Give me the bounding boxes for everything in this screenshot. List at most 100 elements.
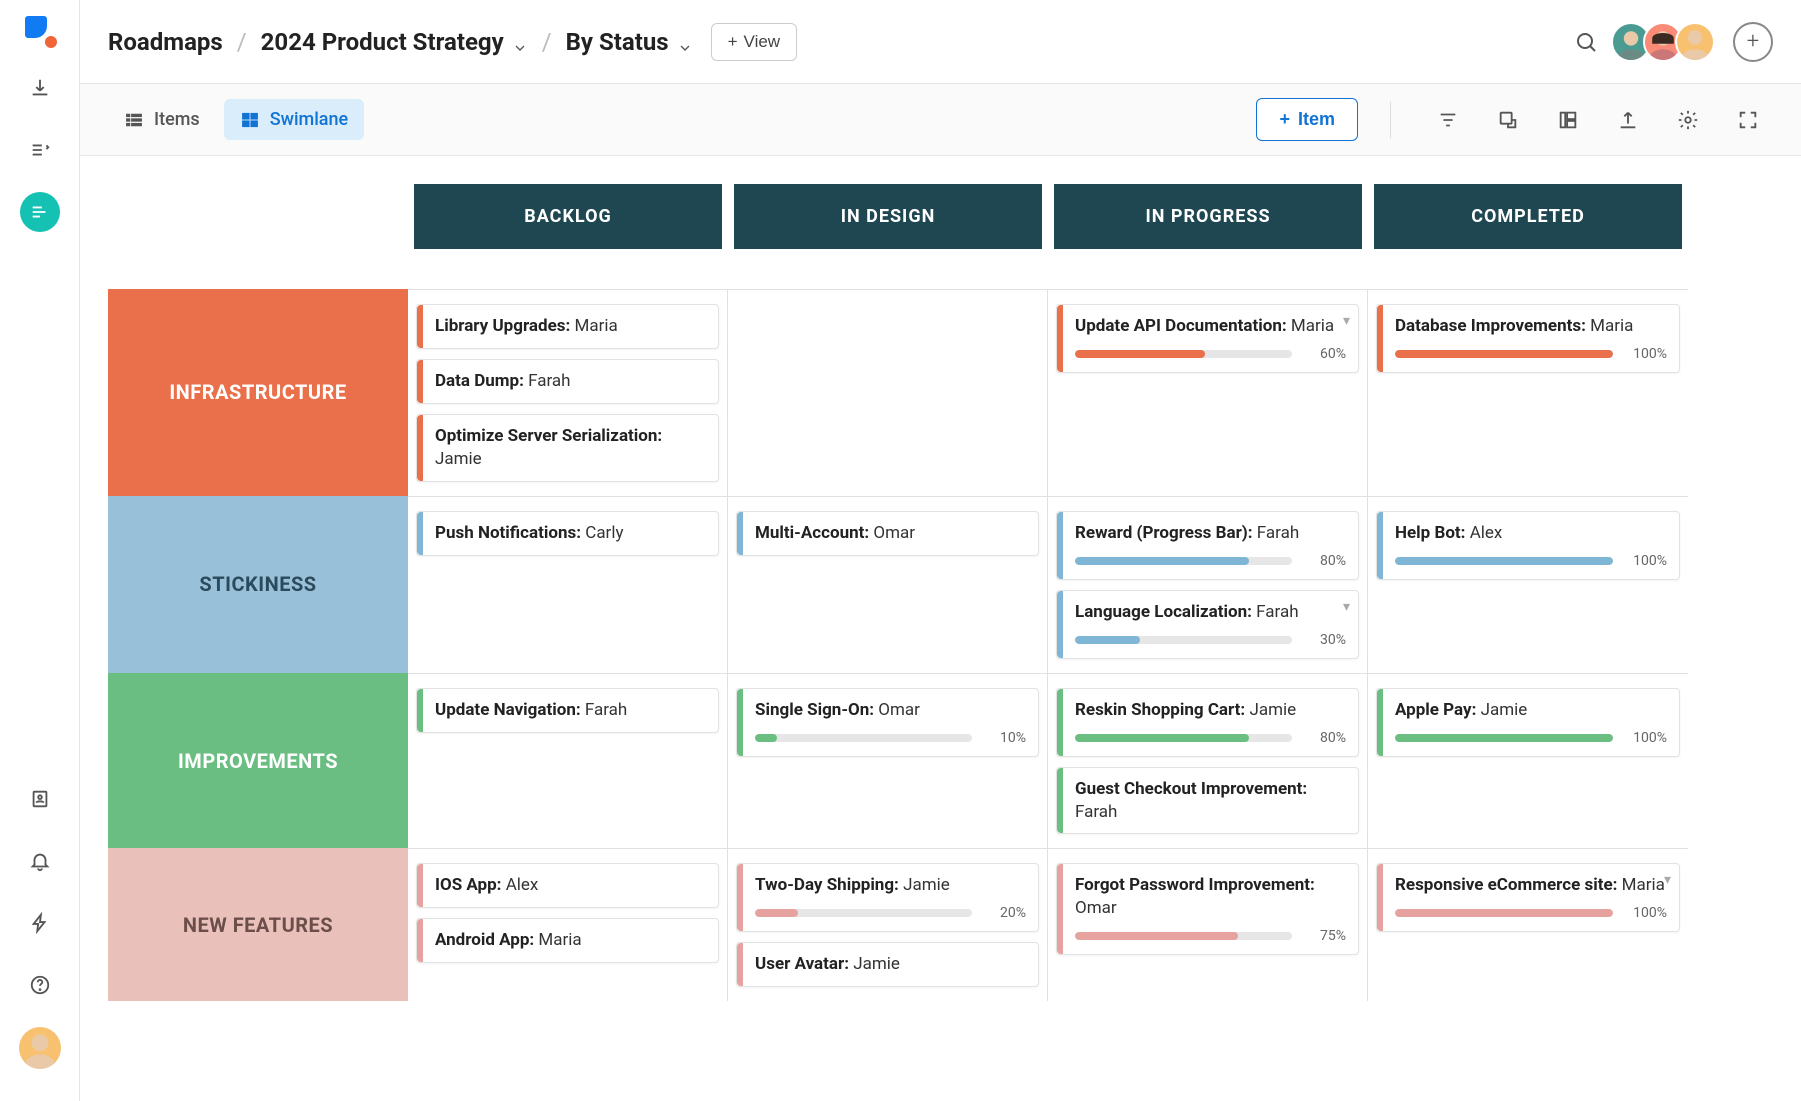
card[interactable]: Optimize Server Serialization: Jamie [416, 414, 719, 482]
swimlane-cell[interactable]: IOS App: Alex Android App: Maria [408, 848, 728, 1001]
card[interactable]: Help Bot: Alex100% [1376, 511, 1680, 580]
card[interactable]: Reskin Shopping Cart: Jamie80% [1056, 688, 1359, 757]
progress-percent: 100% [1623, 905, 1667, 921]
chevron-down-icon [677, 34, 693, 50]
progress-bar [1075, 636, 1292, 644]
card[interactable]: Language Localization: Farah▾30% [1056, 590, 1359, 659]
progress-bar [1075, 350, 1292, 358]
card-title: Two-Day Shipping: Jamie [749, 874, 1026, 897]
card[interactable]: Android App: Maria [416, 918, 719, 963]
lane-label-stickiness[interactable]: STICKINESS [108, 496, 408, 673]
card-title: Reward (Progress Bar): Farah [1069, 522, 1346, 545]
progress-row: 80% [1069, 730, 1346, 746]
card[interactable]: Apple Pay: Jamie100% [1376, 688, 1680, 757]
card-title: Responsive eCommerce site: Maria [1389, 874, 1667, 897]
card-title: Database Improvements: Maria [1389, 315, 1667, 338]
card[interactable]: Guest Checkout Improvement: Farah [1056, 767, 1359, 835]
card[interactable]: Update API Documentation: Maria▾ 60% [1056, 304, 1359, 373]
progress-percent: 60% [1302, 346, 1346, 362]
card[interactable]: Multi-Account: Omar [736, 511, 1039, 556]
view-swimlane-label: Swimlane [270, 109, 348, 130]
lane-label-infrastructure[interactable]: INFRASTRUCTURE [108, 289, 408, 496]
card[interactable]: Two-Day Shipping: Jamie20% [736, 863, 1039, 932]
card-menu-icon[interactable]: ▾ [1664, 872, 1671, 888]
user-avatar[interactable] [19, 1027, 61, 1069]
card-title: Apple Pay: Jamie [1389, 699, 1667, 722]
swimlane-cell[interactable]: Reskin Shopping Cart: Jamie80% Guest Chec… [1048, 673, 1368, 849]
add-item-button[interactable]: + Item [1256, 98, 1358, 141]
card[interactable]: User Avatar: Jamie [736, 942, 1039, 987]
card[interactable]: Responsive eCommerce site: Maria▾ 100% [1376, 863, 1680, 932]
list-icon[interactable] [20, 130, 60, 170]
card[interactable]: IOS App: Alex [416, 863, 719, 908]
search-icon[interactable] [1573, 29, 1599, 55]
toolbar: Items Swimlane + Item [80, 84, 1801, 156]
lane-label-newfeatures[interactable]: NEW FEATURES [108, 848, 408, 1001]
add-collaborator-button[interactable]: + [1733, 22, 1773, 62]
progress-row: 10% [749, 730, 1026, 746]
card[interactable]: Forgot Password Improvement: Omar75% [1056, 863, 1359, 955]
expand-icon[interactable] [1735, 107, 1761, 133]
card-title: Forgot Password Improvement: Omar [1069, 874, 1346, 920]
swimlane-cell[interactable]: Push Notifications: Carly [408, 496, 728, 673]
card-title: Android App: Maria [429, 929, 706, 952]
column-header: BACKLOG [414, 184, 722, 249]
card-title: Update API Documentation: Maria [1069, 315, 1346, 338]
card-title: Push Notifications: Carly [429, 522, 706, 545]
layout-icon[interactable] [1555, 107, 1581, 133]
breadcrumb-view-label: By Status [566, 28, 669, 56]
swimlane-cell[interactable] [728, 289, 1048, 496]
swimlane-cell[interactable]: Help Bot: Alex100% [1368, 496, 1688, 673]
card[interactable]: Database Improvements: Maria100% [1376, 304, 1680, 373]
link-icon[interactable] [1495, 107, 1521, 133]
card-menu-icon[interactable]: ▾ [1343, 599, 1350, 615]
app-logo[interactable] [25, 16, 55, 46]
swimlane-cell[interactable]: Update Navigation: Farah [408, 673, 728, 849]
gear-icon[interactable] [1675, 107, 1701, 133]
swimlane-cell[interactable]: Responsive eCommerce site: Maria▾ 100% [1368, 848, 1688, 1001]
card-title: Language Localization: Farah [1069, 601, 1346, 624]
breadcrumb-project[interactable]: 2024 Product Strategy [261, 28, 528, 56]
swimlane-cell[interactable]: Reward (Progress Bar): Farah80% Language … [1048, 496, 1368, 673]
filter-icon[interactable] [1435, 107, 1461, 133]
swimlane-cell[interactable]: Multi-Account: Omar [728, 496, 1048, 673]
swimlane-cell[interactable]: Update API Documentation: Maria▾ 60% [1048, 289, 1368, 496]
card[interactable]: Push Notifications: Carly [416, 511, 719, 556]
progress-bar [1395, 350, 1613, 358]
card[interactable]: Reward (Progress Bar): Farah80% [1056, 511, 1359, 580]
lane-label-improvements[interactable]: IMPROVEMENTS [108, 673, 408, 849]
card[interactable]: Data Dump: Farah [416, 359, 719, 404]
contacts-icon[interactable] [20, 779, 60, 819]
plus-icon: + [728, 32, 738, 52]
card[interactable]: Update Navigation: Farah [416, 688, 719, 733]
swimlane-cell[interactable]: Single Sign-On: Omar10% [728, 673, 1048, 849]
add-view-label: View [744, 32, 781, 52]
progress-percent: 10% [982, 730, 1026, 746]
swimlane-cell[interactable]: Forgot Password Improvement: Omar75% [1048, 848, 1368, 1001]
roadmap-icon[interactable] [20, 192, 60, 232]
card[interactable]: Single Sign-On: Omar10% [736, 688, 1039, 757]
progress-bar [1395, 557, 1613, 565]
card-menu-icon[interactable]: ▾ [1343, 313, 1350, 329]
avatar[interactable] [1675, 22, 1715, 62]
bell-icon[interactable] [20, 841, 60, 881]
card-title: User Avatar: Jamie [749, 953, 1026, 976]
bolt-icon[interactable] [20, 903, 60, 943]
download-icon[interactable] [20, 68, 60, 108]
add-view-button[interactable]: + View [711, 23, 797, 61]
swimlane-cell[interactable]: Two-Day Shipping: Jamie20% User Avatar: J… [728, 848, 1048, 1001]
card-title: Help Bot: Alex [1389, 522, 1667, 545]
view-items-button[interactable]: Items [108, 99, 216, 140]
card[interactable]: Library Upgrades: Maria [416, 304, 719, 349]
swimlane-cell[interactable]: Apple Pay: Jamie100% [1368, 673, 1688, 849]
view-swimlane-button[interactable]: Swimlane [224, 99, 364, 140]
swimlane-cell[interactable]: Database Improvements: Maria100% [1368, 289, 1688, 496]
progress-bar [1075, 557, 1292, 565]
breadcrumb-view[interactable]: By Status [566, 28, 693, 56]
card-title: Optimize Server Serialization: Jamie [429, 425, 706, 471]
export-icon[interactable] [1615, 107, 1641, 133]
swimlane-cell[interactable]: Library Upgrades: Maria Data Dump: Farah O… [408, 289, 728, 496]
breadcrumb-root[interactable]: Roadmaps [108, 28, 223, 56]
help-icon[interactable] [20, 965, 60, 1005]
add-item-label: Item [1298, 109, 1335, 130]
